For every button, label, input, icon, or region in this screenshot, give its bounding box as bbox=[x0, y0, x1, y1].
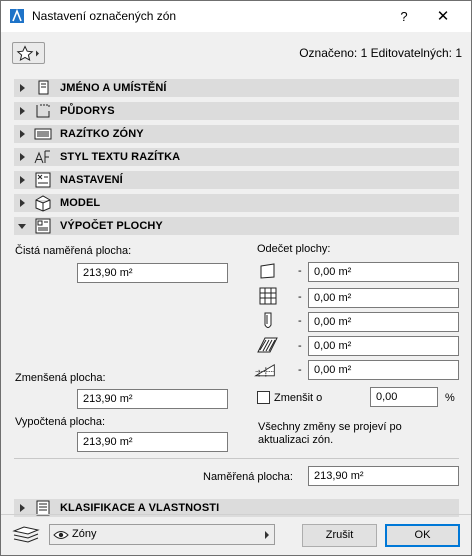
deduction-dash: - bbox=[298, 364, 302, 376]
panel-zone-stamp[interactable]: RAZÍTKO ZÓNY bbox=[14, 125, 459, 143]
calculated-area-field: 213,90 m² bbox=[77, 432, 228, 452]
chevron-down-icon bbox=[18, 224, 26, 229]
reduce-label: Zmenšit o bbox=[274, 392, 323, 404]
zone-stamp-icon bbox=[34, 128, 52, 140]
reduced-area-field: 213,90 m² bbox=[77, 389, 228, 409]
panel-label: STYL TEXTU RAZÍTKA bbox=[60, 151, 181, 163]
close-button[interactable]: ✕ bbox=[433, 7, 453, 27]
eye-icon bbox=[53, 531, 69, 539]
deduction-low-height-field: 0,00 m² bbox=[308, 360, 459, 380]
deduction-fill-field: 0,00 m² bbox=[308, 336, 459, 356]
reduce-percent-input[interactable]: 0,00 bbox=[370, 387, 438, 407]
archicad-app-icon bbox=[10, 9, 24, 23]
settings-icon bbox=[35, 172, 51, 188]
deduction-wall-field: 0,00 m² bbox=[308, 262, 459, 282]
panel-stamp-text-style[interactable]: STYL TEXTU RAZÍTKA bbox=[14, 148, 459, 166]
name-location-icon bbox=[38, 80, 49, 95]
column-icon bbox=[264, 312, 272, 328]
deduction-column-field: 0,00 m² bbox=[308, 312, 459, 332]
layer-select-value: Zóny bbox=[72, 528, 97, 540]
cancel-button[interactable]: Zrušit bbox=[302, 524, 377, 547]
panel-label: JMÉNO A UMÍSTĚNÍ bbox=[60, 82, 167, 94]
chevron-right-icon bbox=[20, 130, 25, 138]
update-note-line2: aktualizaci zón. bbox=[258, 434, 334, 446]
calculated-area-label: Vypočtená plocha: bbox=[15, 416, 106, 428]
dialog-window: Nastavení označených zón ? ✕ Označeno: 1… bbox=[0, 0, 472, 556]
chevron-right-icon bbox=[20, 176, 25, 184]
area-calculation-icon bbox=[35, 218, 51, 234]
chevron-right-icon bbox=[20, 107, 25, 115]
chevron-right-icon bbox=[20, 504, 25, 512]
deduction-dash: - bbox=[298, 315, 302, 327]
panel-label: VÝPOČET PLOCHY bbox=[60, 220, 163, 232]
hatch-fill-icon bbox=[257, 337, 278, 353]
star-icon bbox=[16, 45, 39, 62]
measured-area-label: Naměřená plocha: bbox=[203, 471, 293, 483]
grid-icon bbox=[259, 287, 277, 305]
reduce-checkbox[interactable] bbox=[257, 391, 270, 404]
deduction-dash: - bbox=[298, 291, 302, 303]
text-style-icon bbox=[34, 150, 50, 164]
net-area-label: Čistá naměřená plocha: bbox=[15, 245, 132, 257]
deduction-dash: - bbox=[298, 340, 302, 352]
divider bbox=[14, 458, 459, 459]
selection-count-info: Označeno: 1 Editovatelných: 1 bbox=[299, 46, 462, 60]
panel-label: PŮDORYS bbox=[60, 105, 115, 117]
panel-floor-plan[interactable]: PŮDORYS bbox=[14, 102, 459, 120]
chevron-right-icon bbox=[20, 153, 25, 161]
layer-select[interactable]: Zóny bbox=[49, 524, 275, 545]
deduction-label: Odečet plochy: bbox=[257, 243, 331, 255]
panel-label: NASTAVENÍ bbox=[60, 174, 123, 186]
percent-unit-label: % bbox=[445, 392, 455, 404]
panel-area-calculation[interactable]: VÝPOČET PLOCHY bbox=[14, 217, 459, 235]
model-icon bbox=[35, 195, 51, 212]
title-bar: Nastavení označených zón ? ✕ bbox=[1, 1, 471, 32]
chevron-right-icon bbox=[265, 531, 269, 539]
measured-area-field: 213,90 m² bbox=[308, 466, 459, 486]
footer-divider bbox=[1, 514, 471, 515]
deduction-dash: - bbox=[298, 265, 302, 277]
panel-settings[interactable]: NASTAVENÍ bbox=[14, 171, 459, 189]
update-note-line1: Všechny změny se projeví po bbox=[258, 421, 402, 433]
reduced-area-label: Zmenšená plocha: bbox=[15, 372, 106, 384]
net-area-field: 213,90 m² bbox=[77, 263, 228, 283]
panel-label: RAZÍTKO ZÓNY bbox=[60, 128, 144, 140]
floor-plan-icon bbox=[36, 104, 50, 118]
help-button[interactable]: ? bbox=[394, 7, 414, 27]
favorites-button[interactable] bbox=[12, 42, 45, 64]
ok-button[interactable]: OK bbox=[385, 524, 460, 547]
chevron-right-icon bbox=[20, 199, 25, 207]
panel-model[interactable]: MODEL bbox=[14, 194, 459, 212]
wall-icon bbox=[260, 263, 275, 279]
low-height-icon bbox=[254, 364, 275, 377]
panel-label: KLASIFIKACE A VLASTNOSTI bbox=[60, 502, 220, 514]
chevron-right-icon bbox=[20, 84, 25, 92]
window-title: Nastavení označených zón bbox=[32, 9, 177, 23]
panel-label: MODEL bbox=[60, 197, 101, 209]
panel-name-location[interactable]: JMÉNO A UMÍSTĚNÍ bbox=[14, 79, 459, 97]
deduction-grid-field: 0,00 m² bbox=[308, 288, 459, 308]
layers-icon bbox=[12, 526, 40, 543]
